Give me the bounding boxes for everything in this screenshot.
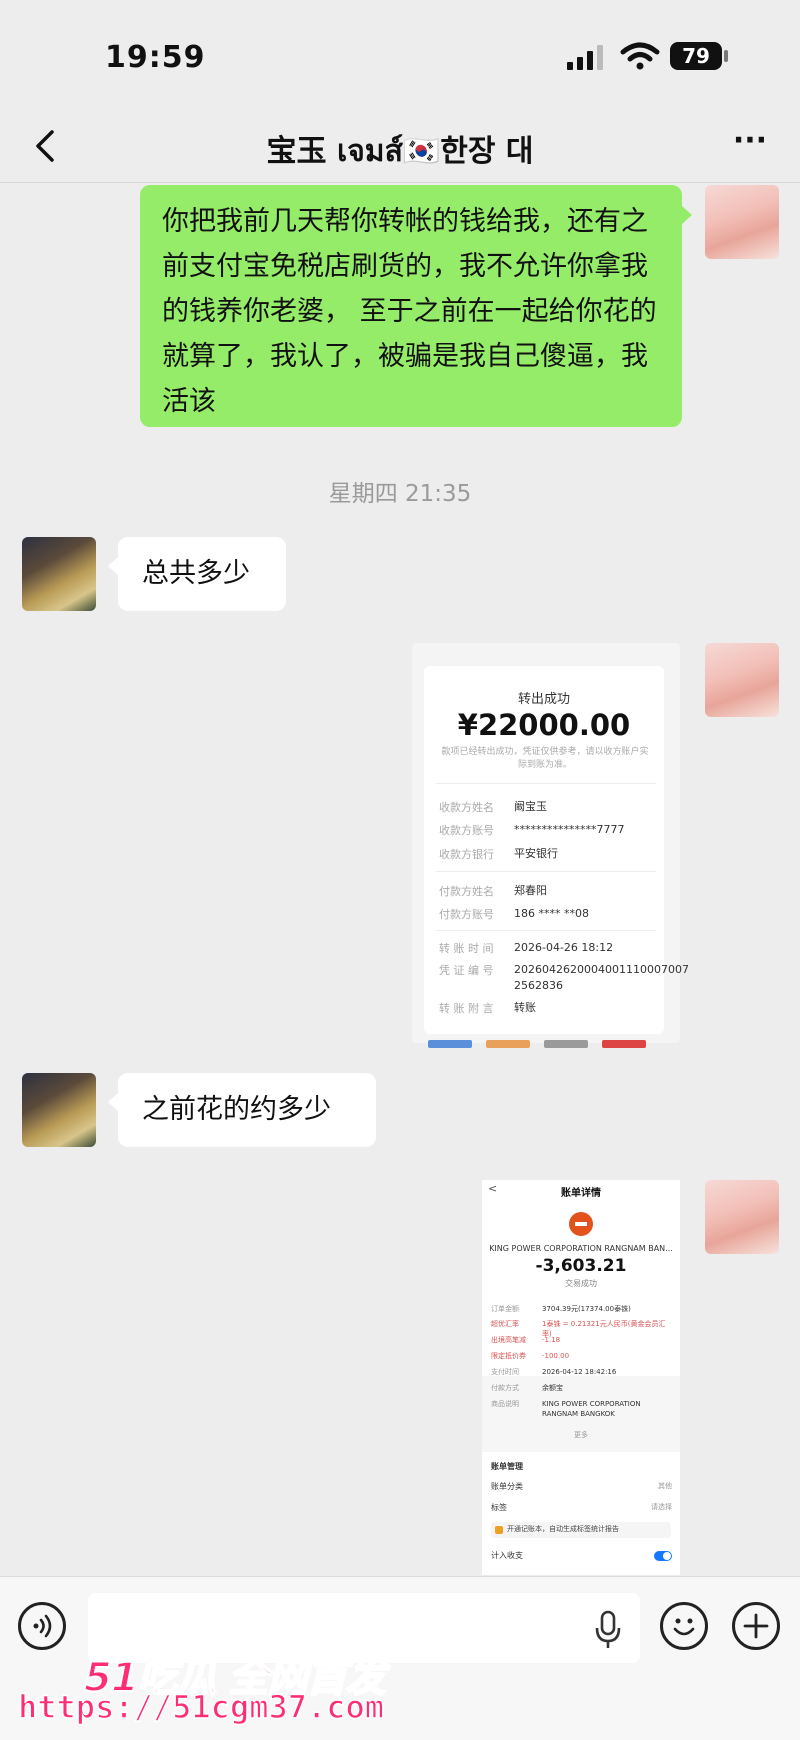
receipt-label: 付款方姓名 [439,885,494,898]
receipt-label: 收款方姓名 [439,801,494,814]
bill-label: 商品说明 [491,1400,519,1408]
toggle-knob [663,1552,671,1560]
bill-label: 订单金额 [491,1305,519,1313]
bill-income-label: 计入收支 [491,1551,523,1560]
bill-tag-label: 标签 [491,1503,507,1512]
chat-title: 宝玉 เจมส์🇰🇷한장 대 [266,134,534,169]
avatar-contact[interactable] [22,1073,96,1147]
receipt-value: 转账 [514,1001,536,1014]
receipt-copy-icon [544,1040,588,1048]
bill-label: 限定抵价券 [491,1352,526,1360]
receipt-share-icon [428,1040,472,1048]
receipt-amount: ¥22000.00 [457,708,631,742]
bill-more-link: 更多 [574,1431,588,1439]
bill-label: 付款方式 [491,1384,519,1392]
divider [436,871,656,872]
merchant-logo-mark [575,1222,587,1226]
sent-message-bubble[interactable]: 你把我前几天帮你转帐的钱给我，还有之前支付宝免税店刷货的，我不允许你拿我的钱养你… [140,185,682,427]
bill-value: 余额宝 [542,1384,563,1392]
avatar-self[interactable] [705,643,779,717]
more-icon[interactable]: ··· [728,126,772,162]
bill-label: 超优汇率 [491,1320,519,1328]
emoji-icon[interactable] [660,1602,708,1650]
received-message-bubble[interactable]: 之前花的约多少 [118,1073,376,1147]
bubble-tail [108,1093,118,1111]
bill-category-label: 账单分类 [491,1482,523,1491]
receipt-label: 付款方账号 [439,908,494,921]
banner-icon [495,1526,503,1534]
bill-category-value: 其他 [658,1482,672,1490]
receipt-label: 转 账 时 间 [439,942,494,955]
bill-banner-text: 开通记账本，自动生成标签统计报告 [507,1525,619,1533]
receipt-value: 平安银行 [514,847,558,860]
received-message-bubble[interactable]: 总共多少 [118,537,286,611]
bill-value: 3704.39元(17374.00泰铢) [542,1305,631,1313]
bill-tag-value: 请选择 [651,1503,672,1511]
status-time: 19:59 [105,40,206,75]
bill-value: -100.00 [542,1352,570,1360]
bill-header: 账单详情 [561,1188,601,1199]
receipt-value: 186 **** **08 [514,907,589,920]
avatar-self[interactable] [705,185,779,259]
receipt-value: 郑春阳 [514,884,547,897]
plus-icon[interactable] [732,1602,780,1650]
timestamp: 星期四 21:35 [328,481,472,507]
receipt-value: 2026042620004001110007007 2562836 [514,963,689,992]
divider [436,930,656,931]
divider [436,783,656,784]
receipt-label: 收款方账号 [439,824,494,837]
receipt-value: 阚宝玉 [514,800,547,813]
bubble-tail [682,206,692,224]
bill-value: -1.18 [542,1336,561,1344]
bill-label: 出境高笔减 [491,1336,526,1344]
receipt-value: 2026-04-26 18:12 [514,941,614,954]
bill-value: KING POWER CORPORATION RANGNAM BANGKOK [542,1400,641,1418]
avatar-self[interactable] [705,1180,779,1254]
bill-manage-title: 账单管理 [491,1462,523,1471]
receipt-note: 款项已经转出成功，凭证仅供参考，请以收方账户实际到账为准。 [441,747,649,770]
receipt-value: ***************7777 [514,823,625,836]
bill-value: 2026-04-12 18:42:16 [542,1368,617,1376]
bill-merchant: KING POWER CORPORATION RANGNAM BAN... [489,1244,673,1253]
avatar-contact[interactable] [22,537,96,611]
bill-label: 支付时间 [491,1368,519,1376]
mic-icon[interactable] [593,1610,623,1650]
wifi-icon [620,42,660,70]
receipt-title: 转出成功 [517,692,570,707]
receipt-label: 转 账 附 言 [439,1002,494,1015]
watermark-url: https://51cgm37.com [17,1687,385,1727]
voice-icon[interactable] [18,1602,66,1650]
bill-amount: -3,603.21 [535,1256,627,1276]
receipt-label: 收款方银行 [439,848,494,861]
signal-icon [567,45,603,70]
receipt-action-icon [602,1040,646,1048]
receipt-label: 凭 证 编 号 [439,964,494,977]
receipt-save-icon [486,1040,530,1048]
bubble-tail [108,557,118,575]
battery-icon: 79 [670,42,722,70]
battery-tip [724,50,728,62]
bill-status: 交易成功 [565,1279,597,1288]
